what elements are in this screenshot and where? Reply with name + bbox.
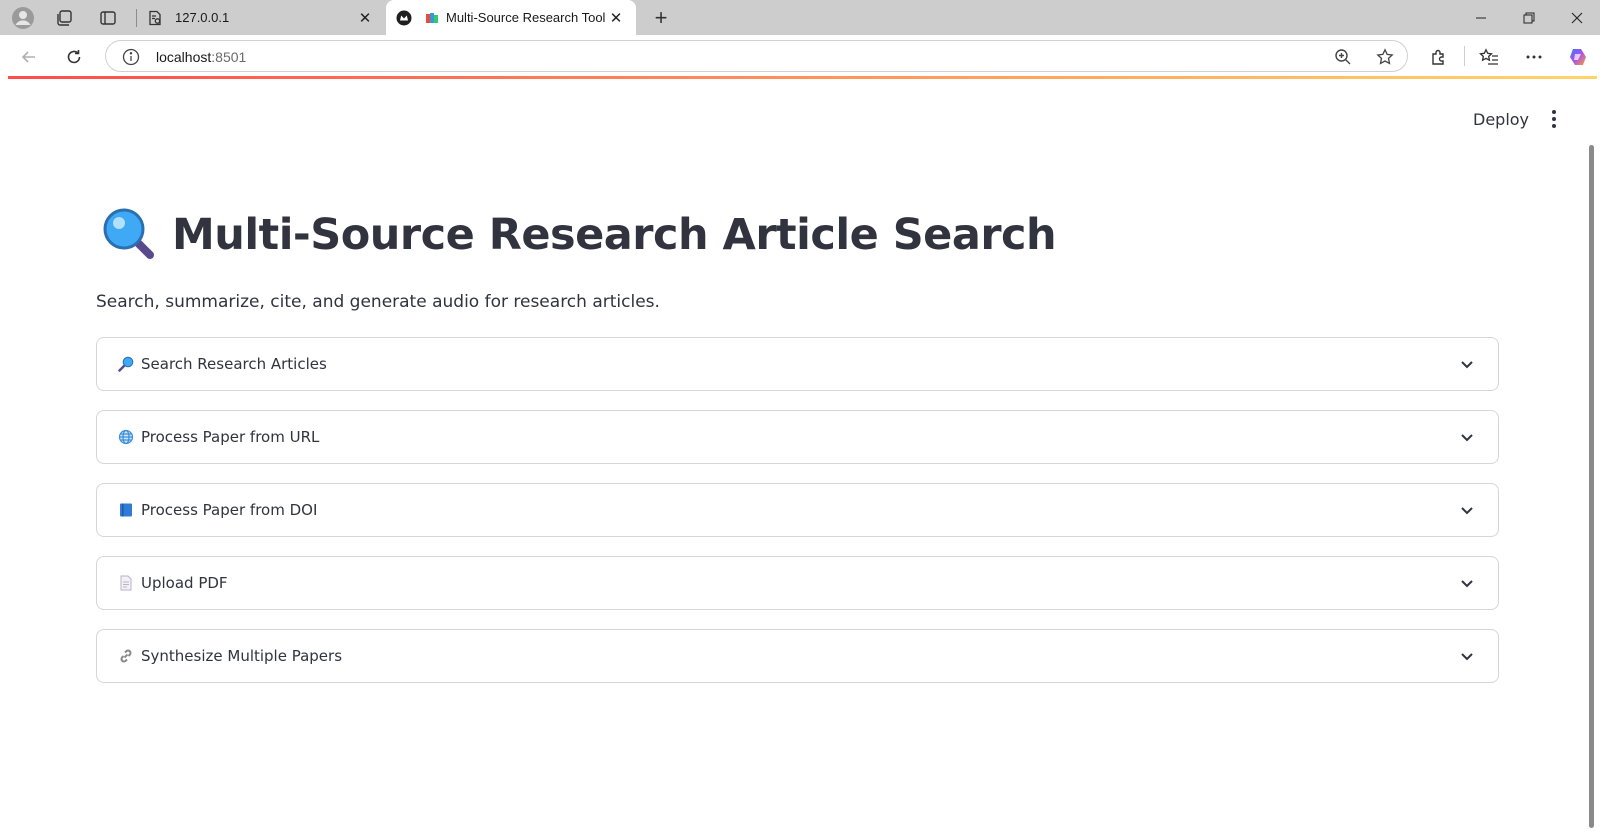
browser-toolbar: localhost:8501: [0, 35, 1600, 77]
tab-title: Multi-Source Research Tool: [446, 10, 606, 25]
url-port: :8501: [211, 49, 247, 65]
chevron-down-icon[interactable]: [1458, 647, 1476, 665]
reload-icon[interactable]: [60, 43, 88, 71]
streamlit-favicon-icon: [396, 10, 412, 26]
extensions-icon[interactable]: [1424, 43, 1452, 71]
workspaces-icon[interactable]: [51, 5, 77, 31]
back-arrow-icon[interactable]: [15, 43, 43, 71]
page-title: Multi-Source Research Article Search: [172, 210, 1057, 260]
page-title-row: Multi-Source Research Article Search: [100, 205, 1057, 265]
browser-tab-strip: 127.0.0.1 ✕ Multi-Source Research Tool ✕…: [0, 0, 1600, 35]
chevron-down-icon[interactable]: [1458, 574, 1476, 592]
tab-title: 127.0.0.1: [175, 10, 230, 25]
new-tab-icon[interactable]: +: [648, 5, 674, 31]
profile-icon[interactable]: [10, 5, 36, 31]
restore-icon[interactable]: [1506, 0, 1552, 35]
page-scrollbar[interactable]: [1589, 145, 1594, 828]
chevron-down-icon[interactable]: [1458, 355, 1476, 373]
page-icon: [117, 574, 135, 592]
chevron-down-icon[interactable]: [1458, 501, 1476, 519]
link-icon: [117, 647, 135, 665]
url-text: localhost:8501: [156, 49, 246, 65]
url-host: localhost: [156, 49, 212, 65]
close-tab-icon[interactable]: ✕: [355, 8, 375, 28]
blue-book-icon: [117, 501, 135, 519]
expander-process-paper-url[interactable]: Process Paper from URL: [96, 410, 1499, 464]
globe-icon: [117, 428, 135, 446]
main-menu-icon[interactable]: [1542, 103, 1566, 135]
magnifier-tilted-left-icon: [100, 205, 160, 265]
address-bar[interactable]: localhost:8501: [105, 40, 1408, 72]
window-close-icon[interactable]: [1554, 0, 1600, 35]
deploy-button[interactable]: Deploy: [1461, 103, 1541, 135]
favorites-icon[interactable]: [1475, 43, 1503, 71]
expander-process-paper-doi[interactable]: Process Paper from DOI: [96, 483, 1499, 537]
favorite-star-icon[interactable]: [1374, 46, 1396, 68]
minimize-icon[interactable]: [1458, 0, 1504, 35]
close-tab-icon[interactable]: ✕: [606, 8, 626, 28]
page-subtitle: Search, summarize, cite, and generate au…: [96, 292, 660, 312]
expander-label: Process Paper from DOI: [141, 501, 318, 519]
expander-label: Synthesize Multiple Papers: [141, 647, 343, 665]
tab-research-tool[interactable]: Multi-Source Research Tool ✕: [386, 0, 636, 35]
tab-localhost-ip[interactable]: 127.0.0.1 ✕: [137, 0, 385, 35]
zoom-icon[interactable]: [1332, 46, 1354, 68]
expander-search-research-articles[interactable]: Search Research Articles: [96, 337, 1499, 391]
document-favicon-icon: [147, 10, 163, 26]
books-emoji-icon: [424, 10, 440, 26]
site-info-icon[interactable]: [122, 48, 140, 66]
expander-synthesize-papers[interactable]: Synthesize Multiple Papers: [96, 629, 1499, 683]
expander-label: Upload PDF: [141, 574, 228, 592]
more-options-icon[interactable]: [1520, 43, 1548, 71]
tab-actions-icon[interactable]: [95, 5, 121, 31]
chevron-down-icon[interactable]: [1458, 428, 1476, 446]
copilot-icon[interactable]: [1564, 43, 1592, 71]
expander-label: Search Research Articles: [141, 355, 327, 373]
toolbar-separator: [1464, 46, 1465, 66]
expander-label: Process Paper from URL: [141, 428, 320, 446]
magnifier-tilted-right-icon: [117, 355, 135, 373]
expander-upload-pdf[interactable]: Upload PDF: [96, 556, 1499, 610]
